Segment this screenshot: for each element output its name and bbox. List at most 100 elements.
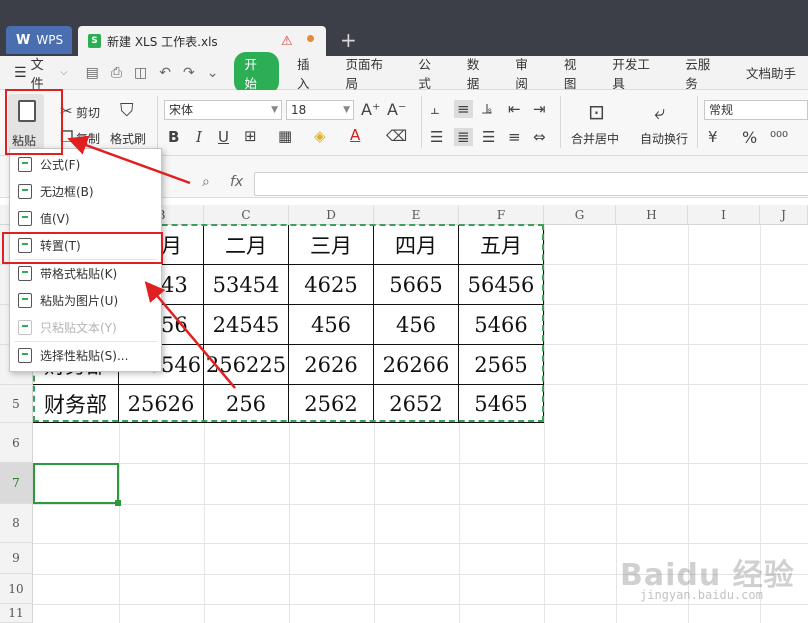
align-center-icon[interactable]: ≣ bbox=[454, 128, 473, 146]
eraser-icon[interactable]: ⌫ bbox=[386, 127, 407, 145]
tab-view[interactable]: 视图 bbox=[552, 54, 600, 92]
increase-font-icon[interactable]: A⁺ bbox=[361, 100, 380, 119]
table-cell[interactable]: 24545 bbox=[204, 305, 289, 345]
cell-style-icon[interactable]: ▦ bbox=[278, 127, 292, 145]
table-cell[interactable]: 三月 bbox=[289, 225, 374, 265]
border-icon[interactable]: ⊞ bbox=[244, 127, 257, 145]
file-menu[interactable]: ☰ 文件 ⌵ bbox=[14, 54, 68, 92]
merge-center-icon[interactable]: ⊡ bbox=[588, 100, 605, 124]
align-top-icon[interactable]: ⫠ bbox=[430, 100, 439, 118]
row-header[interactable]: 7 bbox=[0, 463, 33, 504]
table-cell[interactable]: 2652 bbox=[374, 385, 459, 423]
table-cell[interactable]: 256225 bbox=[204, 345, 289, 385]
tab-home[interactable]: 开始 bbox=[234, 51, 279, 94]
tab-insert[interactable]: 插入 bbox=[285, 54, 333, 92]
tab-doc-assistant[interactable]: 文档助手 bbox=[734, 63, 808, 82]
thousands-icon[interactable]: ⁰⁰⁰ bbox=[770, 128, 788, 146]
tab-review[interactable]: 审阅 bbox=[503, 54, 551, 92]
table-cell[interactable]: 5466 bbox=[459, 305, 544, 345]
tab-page-layout[interactable]: 页面布局 bbox=[333, 54, 406, 92]
column-header[interactable]: H bbox=[616, 205, 688, 225]
outdent-icon[interactable]: ⇤ bbox=[508, 100, 521, 118]
row-header[interactable]: 8 bbox=[0, 504, 33, 543]
table-cell[interactable]: 2626 bbox=[289, 345, 374, 385]
new-tab-button[interactable]: + bbox=[340, 28, 357, 52]
customize-icon[interactable]: ⌄ bbox=[207, 65, 219, 81]
font-name-select[interactable]: 宋体 ▼ bbox=[164, 100, 282, 120]
cut-button[interactable]: 剪切 bbox=[76, 104, 100, 121]
table-cell[interactable]: 53454 bbox=[204, 265, 289, 305]
wrap-text-button[interactable]: 自动换行 bbox=[640, 130, 688, 147]
underline-button[interactable]: U bbox=[218, 128, 229, 146]
bold-button[interactable]: B bbox=[168, 128, 179, 146]
paste-formula-item[interactable]: 公式(F) bbox=[10, 151, 161, 178]
font-size-select[interactable]: 18 ▼ bbox=[286, 100, 354, 120]
fill-color-icon[interactable]: ◈ bbox=[314, 127, 326, 145]
copy-button[interactable]: 复制 bbox=[76, 130, 100, 147]
column-header[interactable]: C bbox=[204, 205, 289, 225]
column-header[interactable]: J bbox=[760, 205, 808, 225]
table-cell[interactable]: 25626 bbox=[119, 385, 204, 423]
tab-formulas[interactable]: 公式 bbox=[406, 54, 454, 92]
tab-cloud[interactable]: 云服务 bbox=[673, 54, 734, 92]
justify-icon[interactable]: ≡ bbox=[508, 128, 521, 146]
formula-input[interactable] bbox=[254, 172, 808, 196]
warning-icon[interactable]: ⚠ bbox=[281, 34, 293, 49]
align-bottom-icon[interactable]: ⫡ bbox=[482, 100, 492, 118]
merge-center-button[interactable]: 合并居中 bbox=[571, 130, 619, 147]
paste-values-item[interactable]: 值(V) bbox=[10, 205, 161, 232]
table-cell[interactable]: 4625 bbox=[289, 265, 374, 305]
tab-data[interactable]: 数据 bbox=[455, 54, 503, 92]
font-color-icon[interactable]: A bbox=[350, 126, 360, 144]
fx-icon[interactable]: fx bbox=[230, 174, 243, 190]
row-header[interactable]: 10 bbox=[0, 574, 33, 604]
table-cell[interactable]: 五月 bbox=[459, 225, 544, 265]
column-header[interactable]: D bbox=[289, 205, 374, 225]
indent-icon[interactable]: ⇥ bbox=[533, 100, 546, 118]
table-cell[interactable]: 5465 bbox=[459, 385, 544, 423]
save-icon[interactable]: ▤ bbox=[86, 65, 99, 81]
table-cell[interactable]: 456 bbox=[374, 305, 459, 345]
distributed-icon[interactable]: ⇔ bbox=[533, 128, 546, 146]
print-preview-icon[interactable]: ◫ bbox=[134, 65, 147, 81]
number-format-select[interactable]: 常规 bbox=[704, 100, 808, 120]
tab-developer[interactable]: 开发工具 bbox=[600, 54, 673, 92]
table-cell[interactable]: 四月 bbox=[374, 225, 459, 265]
row-header[interactable]: 6 bbox=[0, 423, 33, 463]
wps-home-tab[interactable]: W WPS bbox=[6, 26, 72, 54]
undo-icon[interactable]: ↶ bbox=[159, 65, 171, 81]
column-header[interactable]: E bbox=[374, 205, 459, 225]
paste-with-format-item[interactable]: 带格式粘贴(K) bbox=[10, 260, 161, 287]
table-cell[interactable]: 256 bbox=[204, 385, 289, 423]
redo-icon[interactable]: ↷ bbox=[183, 65, 195, 81]
paste-special-item[interactable]: 选择性粘贴(S)... bbox=[10, 342, 161, 369]
paste-no-border-item[interactable]: 无边框(B) bbox=[10, 178, 161, 205]
table-cell[interactable]: 56456 bbox=[459, 265, 544, 305]
percent-button[interactable]: % bbox=[742, 128, 757, 147]
table-cell[interactable]: 26266 bbox=[374, 345, 459, 385]
row-header[interactable]: 9 bbox=[0, 543, 33, 574]
align-right-icon[interactable]: ☰ bbox=[482, 128, 495, 146]
format-painter-icon[interactable]: ⛉ bbox=[120, 100, 134, 121]
print-icon[interactable]: ⎙ bbox=[111, 65, 122, 81]
table-cell[interactable]: 财务部 bbox=[33, 385, 119, 423]
italic-button[interactable]: I bbox=[196, 128, 202, 146]
align-middle-icon[interactable]: ≡ bbox=[454, 100, 473, 118]
row-header[interactable]: 5 bbox=[0, 385, 33, 423]
format-painter-button[interactable]: 格式刷 bbox=[110, 130, 146, 147]
align-left-icon[interactable]: ☰ bbox=[430, 128, 443, 146]
table-cell[interactable]: 二月 bbox=[204, 225, 289, 265]
column-header[interactable]: I bbox=[688, 205, 760, 225]
table-cell[interactable]: 456 bbox=[289, 305, 374, 345]
zoom-icon[interactable]: ⌕ bbox=[202, 174, 210, 190]
decrease-font-icon[interactable]: A⁻ bbox=[387, 100, 406, 119]
table-cell[interactable]: 2562 bbox=[289, 385, 374, 423]
column-header[interactable]: G bbox=[544, 205, 616, 225]
row-header[interactable]: 11 bbox=[0, 604, 33, 623]
paste-as-picture-item[interactable]: 粘贴为图片(U) bbox=[10, 287, 161, 314]
wrap-text-icon[interactable]: ⤶ bbox=[654, 100, 665, 124]
table-cell[interactable]: 5665 bbox=[374, 265, 459, 305]
column-header[interactable]: F bbox=[459, 205, 544, 225]
active-cell-cursor[interactable] bbox=[33, 463, 121, 506]
currency-icon[interactable]: ¥ bbox=[708, 128, 718, 146]
